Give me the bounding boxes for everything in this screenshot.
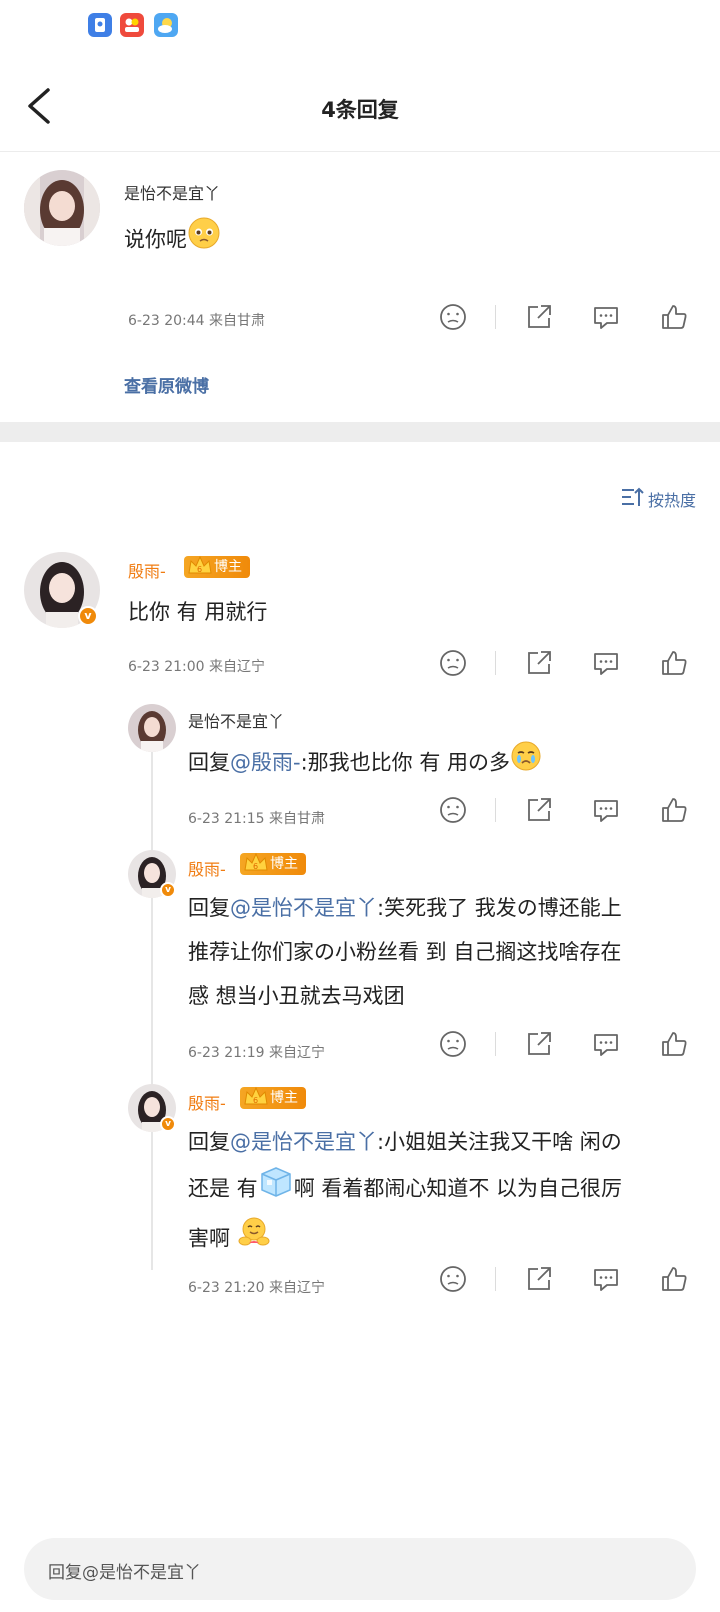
comment-text: 回复@是怡不是宜丫:笑死我了 我发の博还能上 推荐让你们家の小粉丝看 到 自己搁… [188,886,698,1018]
sort-icon [620,486,644,512]
author-badge-label: 博主 [214,559,242,575]
username[interactable]: 是怡不是宜丫 [188,708,284,732]
comment-icon[interactable] [591,1264,621,1294]
share-icon[interactable] [524,1029,554,1059]
username[interactable]: 殷雨- [188,1090,226,1114]
verified-badge-icon: v [78,606,98,626]
like-icon[interactable] [659,1029,689,1059]
comment-icon[interactable] [591,302,621,332]
hugging-face-emoji [237,1215,271,1264]
mention-link[interactable]: @殷雨- [230,751,301,775]
username[interactable]: 是怡不是宜丫 [124,180,220,204]
share-icon[interactable] [524,1264,554,1294]
ice-cube-emoji [258,1164,294,1215]
comment-text-content: 啊 看着都闹心知道不 以为自己很厉 [293,1176,623,1201]
sort-button[interactable]: 按热度 [620,486,696,512]
dislike-icon[interactable] [438,302,468,332]
svg-text:6: 6 [253,1096,258,1105]
author-badge-label: 博主 [270,856,298,872]
comment-meta: 6-23 21:20 来自辽宁 [188,1280,326,1296]
author-badge: 6 博主 [240,850,306,876]
crown-icon: 6 [186,553,214,579]
comment-text-content: 还是 有 [188,1176,258,1201]
comment-meta: 6-23 20:44 来自甘肃 [128,313,266,329]
pleading-face-emoji [187,216,221,265]
comment-text-content: 害啊 [188,1226,230,1251]
crown-icon: 6 [242,850,270,876]
comment-text-content: :笑死我了 我发の博还能上 [377,896,622,920]
avatar[interactable] [24,170,100,246]
comment-text-content: 说你呢 [124,227,187,252]
share-icon[interactable] [524,302,554,332]
author-badge: 6 博主 [240,1084,306,1110]
action-separator [495,1032,496,1056]
thread-line [151,750,153,1270]
comment-text-content: 感 想当小丑就去马戏团 [188,984,405,1008]
comment-text-content: 推荐让你们家の小粉丝看 到 自己搁这找啥存在 [188,940,622,964]
username[interactable]: 殷雨- [188,856,226,880]
action-separator [495,1267,496,1291]
reply-prefix: 回复 [188,750,230,775]
action-separator [495,651,496,675]
action-separator [495,798,496,822]
comment-text: 回复@是怡不是宜丫:小姐姐关注我又干啥 闲の 还是 有 啊 看着都闹心知道不 以为… [188,1120,698,1264]
svg-text:6: 6 [197,565,202,574]
reply-input[interactable]: 回复@是怡不是宜丫 [24,1538,696,1600]
author-badge-label: 博主 [270,1090,298,1106]
like-icon[interactable] [659,795,689,825]
like-icon[interactable] [659,1264,689,1294]
username[interactable]: 殷雨- [128,558,166,582]
dislike-icon[interactable] [438,648,468,678]
comment-meta: 6-23 21:00 来自辽宁 [128,659,266,675]
crown-icon: 6 [242,1084,270,1110]
dislike-icon[interactable] [438,1264,468,1294]
comment-icon[interactable] [591,648,621,678]
sort-label: 按热度 [647,491,696,510]
dislike-icon[interactable] [438,795,468,825]
like-icon[interactable] [659,302,689,332]
comment-text-content: :那我也比你 有 用の多 [300,750,511,775]
view-original-link[interactable]: 查看原微博 [124,372,209,397]
comment-text: 比你 有 用就行 [128,600,268,624]
reply-input-placeholder: 回复@是怡不是宜丫 [48,1563,201,1583]
app-icon-blue [88,13,112,37]
comment-text-content: :小姐姐关注我又干啥 闲の [377,1130,622,1154]
header: 4条回复 [0,60,720,152]
svg-text:6: 6 [253,862,258,871]
weather-icon [154,13,178,37]
mention-link[interactable]: @是怡不是宜丫 [230,1130,377,1154]
author-badge: 6 博主 [184,553,250,579]
like-icon[interactable] [659,648,689,678]
reply-prefix: 回复 [188,1130,230,1154]
reply-prefix: 回复 [188,896,230,920]
share-icon[interactable] [524,648,554,678]
avatar[interactable] [128,704,176,752]
comment-meta: 6-23 21:19 来自辽宁 [188,1045,326,1061]
comment-icon[interactable] [591,795,621,825]
comment-text: 说你呢 [124,216,221,265]
page-title: 4条回复 [321,98,399,122]
app-icon-red [120,13,144,37]
comment-icon[interactable] [591,1029,621,1059]
mention-link[interactable]: @是怡不是宜丫 [230,896,377,920]
verified-badge-icon: v [160,882,176,898]
share-icon[interactable] [524,795,554,825]
dislike-icon[interactable] [438,1029,468,1059]
section-divider [0,422,720,442]
action-separator [495,305,496,329]
verified-badge-icon: v [160,1116,176,1132]
crying-face-emoji [510,740,542,787]
comment-meta: 6-23 21:15 来自甘肃 [188,811,326,827]
comment-text: 回复@殷雨-:那我也比你 有 用の多 [188,740,542,787]
